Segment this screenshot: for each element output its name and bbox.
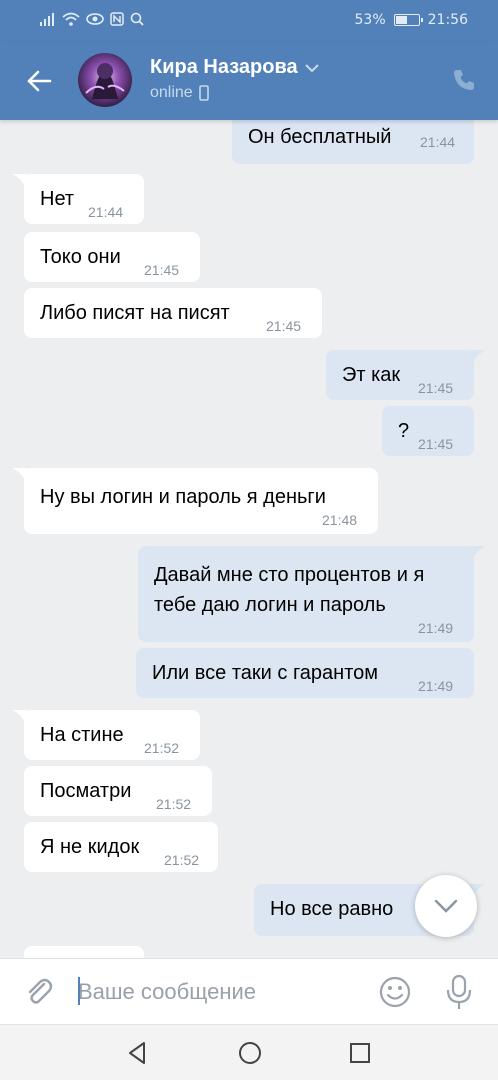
message-timestamp: 21:52 xyxy=(156,796,192,812)
wifi-icon xyxy=(62,12,80,26)
message-text: Давай мне сто процентов и я тебе даю лог… xyxy=(154,564,425,616)
incoming-message[interactable]: На стине 21:52 xyxy=(12,710,200,760)
home-circle-icon xyxy=(239,1042,261,1064)
message-text: Или все таки с гарантом xyxy=(152,662,379,684)
attach-button[interactable] xyxy=(22,975,56,1009)
contact-status: online xyxy=(150,84,209,102)
scroll-down-button[interactable] xyxy=(415,875,477,937)
outgoing-message[interactable]: Он бесплатный 21:44 xyxy=(232,120,474,164)
message-timestamp: 21:44 xyxy=(88,204,124,220)
chat-header: Кира Назарова online xyxy=(0,42,498,120)
message-text: Я не кидок xyxy=(40,836,140,858)
microphone-icon xyxy=(446,974,472,1009)
call-button[interactable] xyxy=(448,64,480,96)
message-timestamp: 21:49 xyxy=(418,678,454,694)
message-timestamp: 21:48 xyxy=(322,512,358,528)
message-text: Нет xyxy=(40,188,75,210)
back-button[interactable] xyxy=(22,64,56,98)
bubble-tail xyxy=(470,350,486,368)
back-arrow-icon xyxy=(27,70,52,92)
message-timestamp: 21:52 xyxy=(144,740,180,756)
incoming-message[interactable]: Я не кидок 21:52 xyxy=(24,822,218,872)
text-caret xyxy=(78,977,80,1005)
message-list[interactable]: Он бесплатный 21:44 Нет 21:44 Токо они 21:45 Л… xyxy=(0,120,498,958)
outgoing-message[interactable]: Или все таки с гарантом 21:49 xyxy=(136,648,474,698)
bubble-tail xyxy=(12,174,28,192)
outgoing-message[interactable]: ? 21:45 xyxy=(382,406,474,456)
voice-message-button[interactable] xyxy=(442,973,476,1011)
message-text: Посматри xyxy=(40,780,132,802)
message-timestamp: 21:52 xyxy=(164,852,200,868)
message-timestamp: 21:45 xyxy=(418,380,454,396)
message-text: На стине xyxy=(40,724,124,746)
signal-icon xyxy=(40,13,54,26)
contact-name-button[interactable]: Кира Назарова xyxy=(150,56,320,79)
message-timestamp: 21:45 xyxy=(266,318,302,334)
incoming-message[interactable]: Посматри 21:52 xyxy=(24,766,212,816)
bubble-tail xyxy=(12,468,28,486)
avatar[interactable] xyxy=(78,53,132,107)
emoji-button[interactable] xyxy=(378,975,412,1009)
message-text: Ну вы логин и пароль я деньги xyxy=(40,486,326,508)
mobile-device-icon xyxy=(198,85,209,101)
phone-icon xyxy=(454,70,474,90)
message-timestamp: 21:45 xyxy=(144,262,180,278)
nav-back-button[interactable] xyxy=(124,1039,152,1067)
recents-square-icon xyxy=(350,1043,370,1063)
message-text: Либо писят на писят xyxy=(40,302,230,324)
message-text: Токо они xyxy=(40,246,121,268)
nav-home-button[interactable] xyxy=(236,1039,264,1067)
outgoing-message[interactable]: Эт как 21:45 xyxy=(326,350,486,400)
incoming-message[interactable]: Токо они 21:45 xyxy=(24,232,200,282)
message-text: Но все равно xyxy=(270,898,394,920)
contact-name: Кира Назарова xyxy=(150,56,298,78)
status-icons-left xyxy=(40,12,144,26)
eye-icon xyxy=(86,13,104,25)
incoming-message[interactable]: Нет 21:44 xyxy=(12,174,144,224)
incoming-message[interactable]: Либо писят на писят 21:45 xyxy=(24,288,322,338)
nav-recents-button[interactable] xyxy=(346,1039,374,1067)
battery-icon xyxy=(393,14,423,26)
back-triangle-icon xyxy=(129,1042,145,1064)
message-input[interactable] xyxy=(78,973,358,1011)
battery-percent: 53% xyxy=(354,12,386,28)
message-text: ? xyxy=(398,420,410,442)
nfc-icon xyxy=(110,12,124,26)
message-timestamp: 21:44 xyxy=(420,134,456,150)
incoming-message[interactable]: Ну вы логин и пароль я деньги 21:48 xyxy=(12,468,378,534)
message-timestamp: 21:45 xyxy=(418,436,454,452)
online-status: online xyxy=(150,84,193,101)
message-text: Он бесплатный xyxy=(248,126,392,148)
smile-icon xyxy=(379,976,411,1008)
clock: 21:56 xyxy=(427,12,468,28)
message-text: Эт как xyxy=(342,364,401,386)
status-bar: 53% 21:56 xyxy=(0,0,498,42)
search-icon xyxy=(130,12,144,26)
incoming-message-partial[interactable] xyxy=(24,946,144,958)
bubble-tail xyxy=(470,546,486,564)
message-timestamp: 21:49 xyxy=(418,620,454,636)
chevron-down-icon xyxy=(304,63,319,72)
chevron-down-icon xyxy=(434,899,458,913)
status-icons-right: 53% 21:56 xyxy=(355,12,468,28)
system-navigation-bar xyxy=(0,1024,498,1080)
paperclip-icon xyxy=(28,978,53,1004)
outgoing-message[interactable]: Давай мне сто процентов и я тебе даю лог… xyxy=(138,546,486,642)
message-composer xyxy=(0,958,498,1024)
bubble-tail xyxy=(12,710,28,728)
battery-level xyxy=(395,16,408,24)
